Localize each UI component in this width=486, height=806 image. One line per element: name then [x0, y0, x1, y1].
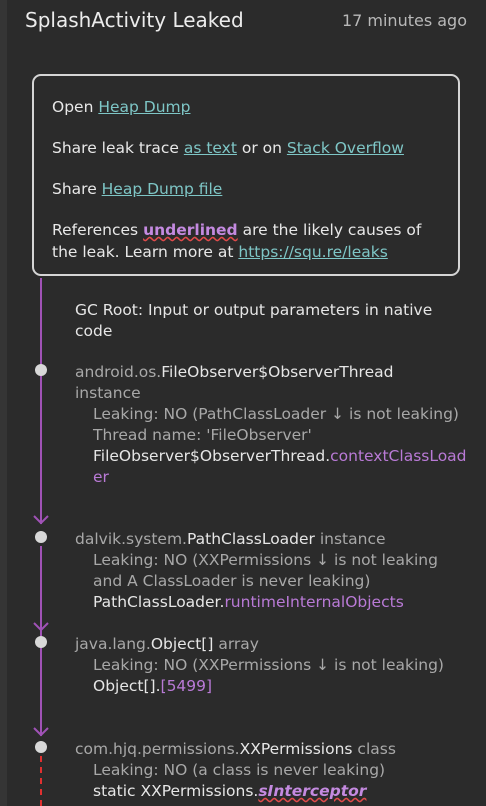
trace-line [40, 644, 42, 736]
node-leaking-status: Leaking: NO (XXPermissions ↓ is not leak… [93, 656, 444, 674]
reference-owner: static XXPermissions. [93, 782, 259, 800]
node-class: Object[] [150, 635, 214, 653]
node-thread-name: Thread name: 'FileObserver' [93, 426, 312, 444]
trace-node-object-array[interactable]: java.lang.Object[] array Leaking: NO (XX… [75, 634, 468, 697]
heap-dump-link[interactable]: Heap Dump [98, 98, 190, 116]
share-trace-line: Share leak trace as text or on Stack Ove… [52, 137, 448, 159]
node-kind: instance [75, 384, 141, 402]
chevron-down-icon [33, 727, 49, 737]
heap-dump-file-link[interactable]: Heap Dump file [102, 180, 223, 198]
trace-node-dot [35, 741, 47, 753]
trace-node-dot [35, 364, 47, 376]
chevron-down-icon [33, 515, 49, 525]
node-package: dalvik.system. [75, 530, 187, 548]
node-class: FileObserver$ObserverThread [161, 363, 394, 381]
leak-title: SplashActivity Leaked [25, 8, 244, 32]
share-file-label: Share [52, 180, 102, 198]
leak-suspect-field: sInterceptor [258, 782, 367, 800]
reference-owner: FileObserver$ObserverThread. [93, 447, 331, 465]
open-heap-dump-line: Open Heap Dump [52, 96, 448, 118]
leak-suspect-line [40, 756, 42, 806]
node-kind: class [352, 740, 396, 758]
reference-field: [5499] [160, 677, 213, 695]
leak-info-box: Open Heap Dump Share leak trace as text … [32, 74, 460, 276]
node-class: PathClassLoader [187, 530, 315, 548]
node-kind: instance [314, 530, 386, 548]
or-on-label: or on [236, 139, 287, 157]
reference-field: runtimeInternalObjects [224, 593, 404, 611]
trace-node-observer-thread[interactable]: android.os.FileObserver$ObserverThread i… [75, 362, 468, 488]
node-class: XXPermissions [239, 740, 353, 758]
node-kind: array [213, 635, 259, 653]
node-leaking-status: Leaking: NO (XXPermissions ↓ is not leak… [93, 551, 438, 590]
leak-header: SplashActivity Leaked 17 minutes ago [0, 0, 486, 44]
leak-time: 17 minutes ago [341, 11, 467, 30]
underlined-example: underlined [143, 221, 238, 239]
node-package: android.os. [75, 363, 162, 381]
trace-node-path-class-loader[interactable]: dalvik.system.PathClassLoader instance L… [75, 529, 468, 613]
reference-owner: PathClassLoader. [93, 593, 225, 611]
reference-owner: Object[]. [93, 677, 161, 695]
references-label: References [52, 221, 144, 239]
node-package: java.lang. [75, 635, 151, 653]
open-label: Open [52, 98, 99, 116]
left-edge [0, 0, 7, 806]
trace-node-dot [35, 531, 47, 543]
trace-line [40, 278, 42, 524]
gc-root: GC Root: Input or output parameters in n… [75, 301, 433, 340]
node-package: com.hjq.permissions. [75, 740, 240, 758]
leaks-docs-link[interactable]: https://squ.re/leaks [238, 243, 387, 261]
chevron-down-icon [33, 622, 49, 632]
share-label: Share leak trace [52, 139, 184, 157]
node-leaking-status: Leaking: NO (a class is never leaking) [93, 761, 386, 779]
references-note: References underlined are the likely cau… [52, 219, 448, 263]
trace-node-xxpermissions[interactable]: com.hjq.permissions.XXPermissions class … [75, 739, 468, 802]
share-file-line: Share Heap Dump file [52, 178, 448, 200]
as-text-link[interactable]: as text [184, 139, 237, 157]
stack-overflow-link[interactable]: Stack Overflow [287, 139, 404, 157]
trace-node-dot [35, 636, 47, 648]
node-leaking-status: Leaking: NO (PathClassLoader ↓ is not le… [93, 405, 459, 423]
